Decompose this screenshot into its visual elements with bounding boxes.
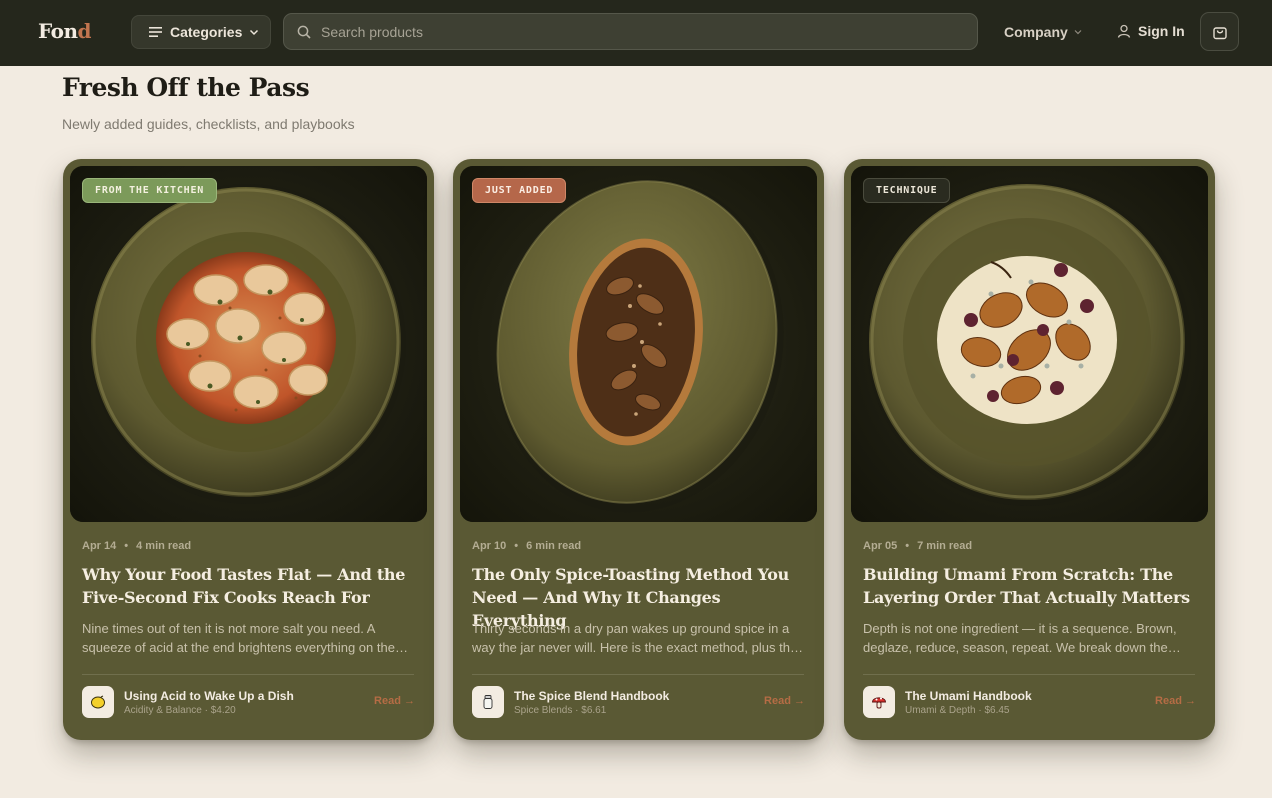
article-card[interactable]: FROM THE KITCHEN Apr 14 • 4 min read Why Y… <box>63 159 434 740</box>
read-link[interactable]: Read → <box>764 695 805 707</box>
product-subtitle: Acidity & Balance · $4.20 <box>124 705 236 716</box>
article-excerpt: Thirty seconds in a dry pan wakes up gro… <box>472 621 798 655</box>
search-input[interactable] <box>321 23 921 40</box>
product-subtitle: Spice Blends · $6.61 <box>514 705 607 716</box>
company-label: Company <box>1004 24 1068 40</box>
article-meta: Apr 10 • 6 min read <box>472 540 582 552</box>
article-card[interactable]: TECHNIQUE Apr 05 • 7 min read Building Uma… <box>844 159 1215 740</box>
company-menu[interactable]: Company <box>1004 24 1082 40</box>
sign-in-label: Sign In <box>1138 23 1185 39</box>
top-nav: Fond Categories Company Sign In <box>0 0 1272 66</box>
categories-label: Categories <box>170 24 243 40</box>
lemon-icon <box>82 686 114 718</box>
article-read-time: 7 min read <box>917 540 973 552</box>
product-subtitle: Umami & Depth · $6.45 <box>905 705 1010 716</box>
article-excerpt: Nine times out of ten it is not more sal… <box>82 621 395 655</box>
sign-in-button[interactable]: Sign In <box>1117 23 1185 39</box>
article-title[interactable]: Why Your Food Tastes Flat — And the Five… <box>82 563 417 609</box>
article-image[interactable]: TECHNIQUE <box>851 166 1208 522</box>
chevron-down-icon <box>250 29 259 36</box>
category-tag: FROM THE KITCHEN <box>82 178 218 203</box>
article-date: Apr 10 <box>472 540 507 552</box>
article-read-time: 4 min read <box>136 540 192 552</box>
read-link[interactable]: Read → <box>1155 695 1196 707</box>
logo[interactable]: Fond <box>38 19 92 43</box>
product-name[interactable]: Using Acid to Wake Up a Dish <box>124 689 294 703</box>
shopping-bag-icon <box>1212 26 1227 39</box>
section-subtitle: Newly added guides, checklists, and play… <box>62 116 355 132</box>
divider <box>863 674 1195 675</box>
cart-button[interactable] <box>1200 12 1239 51</box>
divider <box>82 674 414 675</box>
product-name[interactable]: The Umami Handbook <box>905 689 1032 703</box>
divider <box>472 674 804 675</box>
section-title: Fresh Off the Pass <box>62 73 310 102</box>
user-icon <box>1117 24 1131 38</box>
spice-jar-icon <box>472 686 504 718</box>
article-read-time: 6 min read <box>526 540 582 552</box>
category-tag: JUST ADDED <box>472 178 567 203</box>
article-card[interactable]: JUST ADDED Apr 10 • 6 min read The Only Sp… <box>453 159 824 740</box>
article-title[interactable]: Building Umami From Scratch: The Layerin… <box>863 563 1198 609</box>
article-image[interactable]: JUST ADDED <box>460 166 817 522</box>
article-date: Apr 05 <box>863 540 898 552</box>
read-link[interactable]: Read → <box>374 695 415 707</box>
article-date: Apr 14 <box>82 540 117 552</box>
menu-icon <box>149 27 162 37</box>
search-icon <box>297 25 311 39</box>
article-meta: Apr 05 • 7 min read <box>863 540 973 552</box>
article-meta: Apr 14 • 4 min read <box>82 540 192 552</box>
categories-button[interactable]: Categories <box>131 15 271 49</box>
mushroom-icon <box>863 686 895 718</box>
product-name[interactable]: The Spice Blend Handbook <box>514 689 669 703</box>
article-excerpt: Depth is not one ingredient — it is a se… <box>863 621 1177 655</box>
chevron-down-icon <box>1074 30 1082 35</box>
category-tag: TECHNIQUE <box>863 178 951 203</box>
article-image[interactable]: FROM THE KITCHEN <box>70 166 427 522</box>
search-bar[interactable] <box>283 13 978 50</box>
